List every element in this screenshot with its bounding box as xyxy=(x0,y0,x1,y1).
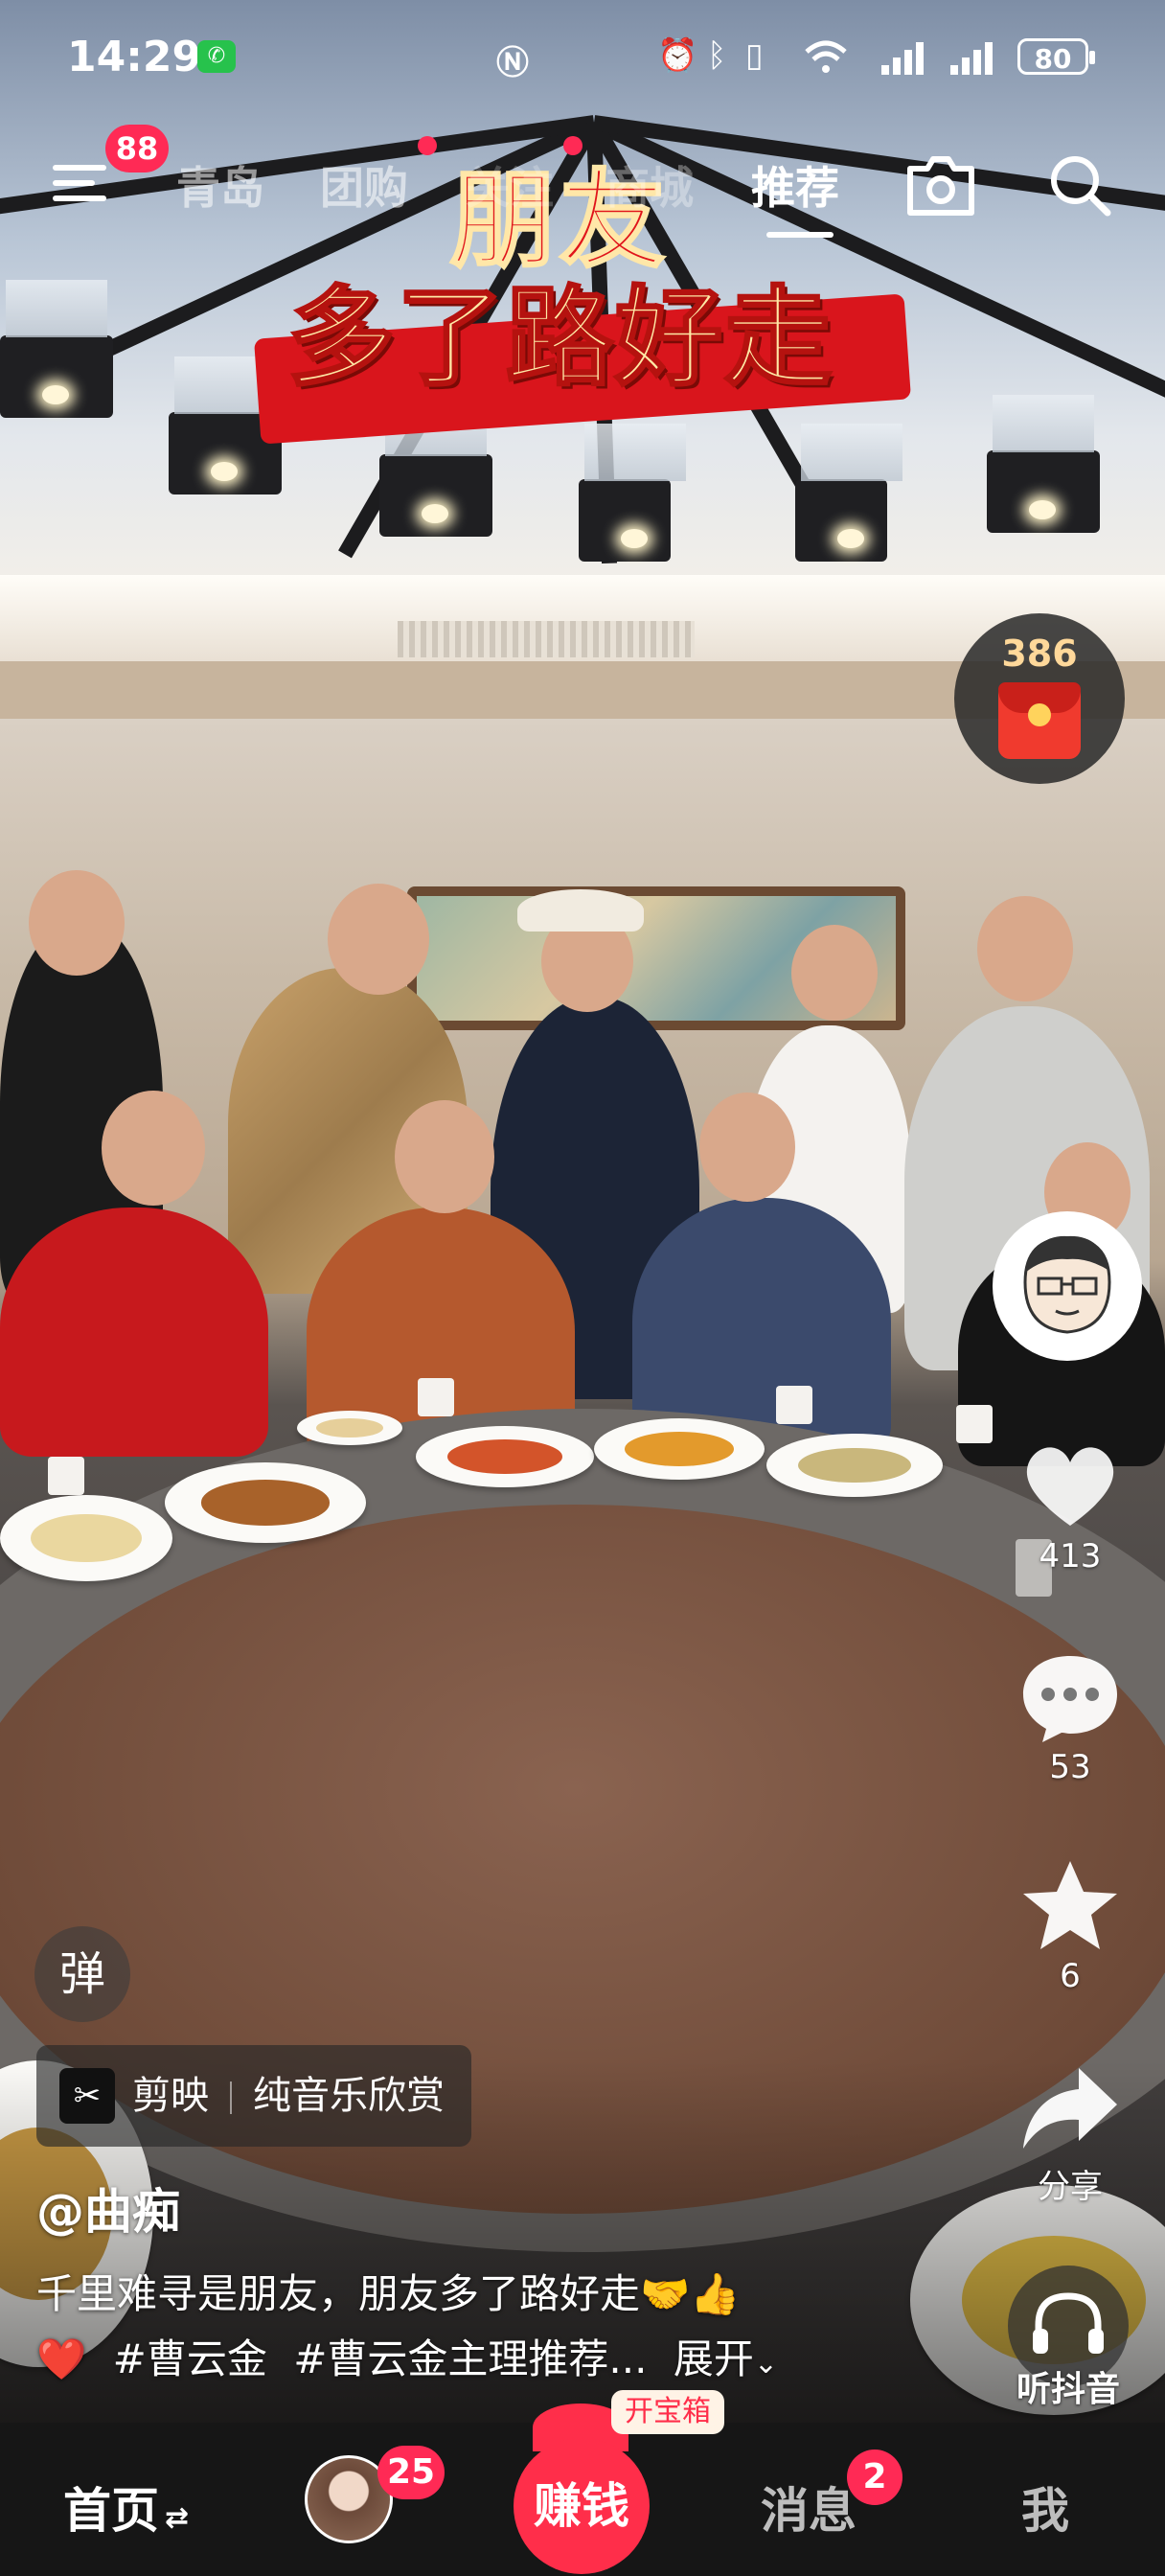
dish xyxy=(416,1426,594,1487)
comment-count: 53 xyxy=(1049,1748,1091,1786)
person-head xyxy=(395,1100,494,1213)
like-button[interactable]: 413 xyxy=(1006,1438,1134,1576)
vibrate-icon: ▯ xyxy=(745,36,764,75)
star-icon xyxy=(1023,1861,1117,1949)
tea-cup xyxy=(418,1378,454,1416)
pendant-lamp xyxy=(795,424,902,562)
person-head xyxy=(29,870,125,976)
camera-icon[interactable] xyxy=(901,144,981,224)
tab-active-indicator xyxy=(766,232,834,238)
person-head xyxy=(977,896,1073,1001)
person-head xyxy=(102,1091,205,1206)
pendant-lamp xyxy=(379,399,492,537)
capcut-anchor[interactable]: ✂ 剪映 纯音乐欣赏 xyxy=(36,2045,471,2147)
tab-qingdao[interactable]: 青岛 xyxy=(176,153,264,217)
tab-mall[interactable]: 商城 xyxy=(605,153,694,217)
pendant-lamp xyxy=(579,424,686,562)
pendant-lamp xyxy=(0,280,113,418)
dish xyxy=(766,1434,943,1497)
tab-group-buy[interactable]: 团购 xyxy=(320,153,408,217)
person-head xyxy=(791,925,878,1021)
comment-button[interactable]: 53 xyxy=(1006,1648,1134,1786)
dish xyxy=(165,1462,366,1543)
cartoon-avatar-icon xyxy=(996,1215,1138,1357)
search-icon[interactable] xyxy=(1040,144,1121,224)
author-avatar[interactable] xyxy=(993,1211,1142,1361)
hashtag-row: ❤️ #曹云金 #曹云金主理推荐... 展开⌄ xyxy=(36,2327,778,2385)
nfc-icon: Ⓝ xyxy=(496,44,529,82)
hashtag[interactable]: #曹云金 xyxy=(113,2335,267,2382)
chevron-down-icon: ⌄ xyxy=(753,2347,778,2380)
tab-follow[interactable]: 关注 xyxy=(466,153,554,217)
tab-me[interactable]: 我 xyxy=(1021,2472,1069,2542)
tab-recommend[interactable]: 推荐 xyxy=(751,153,839,217)
treasure-tag[interactable]: 开宝箱 xyxy=(611,2390,724,2434)
dish xyxy=(594,1418,765,1480)
messages-badge: 2 xyxy=(847,2450,902,2505)
share-label: 分享 xyxy=(1038,2168,1103,2206)
battery-icon: 80 xyxy=(1017,38,1095,75)
wifi-icon xyxy=(805,40,847,73)
alarm-icon: ⏰ xyxy=(657,36,698,75)
home-label: 首页 xyxy=(63,2483,159,2539)
red-envelope-icon xyxy=(998,682,1081,759)
person-head xyxy=(699,1092,795,1202)
like-count: 413 xyxy=(1039,1537,1102,1576)
dish xyxy=(297,1411,402,1445)
menu-icon[interactable] xyxy=(53,161,106,203)
bluetooth-icon: ᛒ xyxy=(707,36,727,75)
dish xyxy=(0,1495,172,1581)
red-packet-count: 386 xyxy=(1001,632,1078,675)
tab-messages[interactable]: 消息 xyxy=(761,2472,857,2542)
share-button[interactable]: 分享 xyxy=(1006,2060,1134,2207)
tea-cup xyxy=(956,1405,993,1443)
person-head xyxy=(328,884,429,995)
wechat-icon: ✆ xyxy=(197,40,236,73)
tab-dot xyxy=(418,136,437,155)
share-arrow-icon xyxy=(1023,2068,1117,2149)
expand-label: 展开 xyxy=(673,2335,754,2382)
swap-icon: ⇄ xyxy=(165,2501,190,2535)
signal-icon xyxy=(950,42,993,75)
favorite-button[interactable]: 6 xyxy=(1006,1857,1134,1995)
comment-icon xyxy=(1023,1656,1117,1742)
person xyxy=(0,1208,268,1457)
danmu-toggle[interactable]: 弹 xyxy=(34,1926,130,2022)
red-packet-widget[interactable]: 386 xyxy=(954,613,1125,784)
status-bar: 14:29 ✆ Ⓝ ⏰ ᛒ ▯ 80 xyxy=(0,0,1165,115)
heart-emoji: ❤️ xyxy=(36,2335,87,2382)
capcut-tag: 纯音乐欣赏 xyxy=(253,2074,445,2118)
tab-home[interactable]: 首页 ⇄ xyxy=(63,2472,189,2542)
tab-dot xyxy=(563,136,582,155)
capcut-logo-icon: ✂ xyxy=(59,2068,115,2124)
tea-cup xyxy=(48,1457,84,1495)
ceiling-vent xyxy=(398,621,695,657)
friends-badge: 25 xyxy=(377,2446,445,2499)
hat xyxy=(517,889,644,932)
pendant-lamp xyxy=(987,395,1100,533)
earn-button[interactable]: 赚钱 xyxy=(514,2438,650,2574)
favorite-count: 6 xyxy=(1060,1957,1081,1995)
divider xyxy=(230,2082,232,2114)
listen-douyin-button[interactable]: 听抖音 xyxy=(996,2266,1140,2409)
heart-icon xyxy=(1026,1447,1114,1526)
video-title-line2: 多了路好走 xyxy=(286,274,834,402)
menu-badge: 88 xyxy=(105,125,169,172)
tea-cup xyxy=(776,1386,812,1424)
douyin-screen: 朋友 多了路好走 14:29 ✆ Ⓝ ⏰ ᛒ ▯ 80 88 青岛 团购 关注 xyxy=(0,0,1165,2576)
expand-button[interactable]: 展开⌄ xyxy=(674,2335,778,2382)
hashtag[interactable]: #曹云金主理推荐... xyxy=(293,2335,647,2382)
video-description: 千里难寻是朋友，朋友多了路好走🤝👍 xyxy=(36,2270,741,2317)
status-time: 14:29 xyxy=(67,33,202,81)
author-name[interactable]: @曲痴 xyxy=(36,2174,180,2242)
signal-icon xyxy=(881,42,924,75)
capcut-app-name: 剪映 xyxy=(132,2074,209,2118)
listen-label: 听抖音 xyxy=(1016,2370,1120,2409)
